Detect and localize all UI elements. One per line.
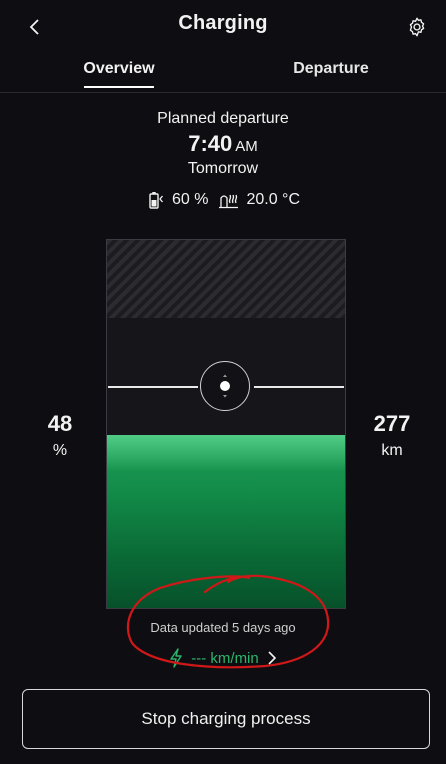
climate-temp-value: 20.0 °C xyxy=(246,191,300,208)
stop-charging-button[interactable]: Stop charging process xyxy=(22,689,430,749)
target-soc-slider-handle[interactable] xyxy=(200,361,250,411)
charging-rate-value: --- km/min xyxy=(191,649,259,667)
departure-time-value: 7:40 xyxy=(188,131,233,156)
range-value: 277 xyxy=(373,411,411,436)
gear-icon xyxy=(409,17,425,37)
departure-time: 7:40 AM xyxy=(0,131,446,157)
charging-rate-link[interactable]: --- km/min xyxy=(0,648,446,668)
target-line-right xyxy=(254,386,344,388)
current-soc-value: 48 xyxy=(47,411,73,436)
target-soc-value: 60 % xyxy=(171,191,209,208)
active-tab-indicator xyxy=(84,86,154,88)
climate-heat-icon xyxy=(219,194,239,209)
range-unit: km xyxy=(381,442,403,459)
lightning-icon xyxy=(170,648,182,668)
departure-label: Planned departure xyxy=(157,110,289,127)
tab-divider xyxy=(0,92,446,93)
charge-stats: 60 % 20.0 °C xyxy=(0,190,446,210)
battery-gauge xyxy=(106,239,346,609)
tab-departure[interactable]: Departure xyxy=(285,60,377,78)
page-title: Charging xyxy=(178,12,268,34)
settings-button[interactable] xyxy=(400,10,434,44)
chevron-right-icon xyxy=(268,651,276,665)
target-soc-stat: 60 % xyxy=(146,190,208,210)
drag-arrows-icon xyxy=(220,374,230,398)
current-soc-unit: % xyxy=(52,442,68,459)
unavailable-charge-zone xyxy=(107,240,345,318)
climate-stat: 20.0 °C xyxy=(218,190,300,210)
tab-overview[interactable]: Overview xyxy=(80,60,158,78)
departure-day: Tomorrow xyxy=(187,160,259,177)
battery-fill xyxy=(107,435,345,608)
target-line-left xyxy=(108,386,198,388)
battery-charging-icon xyxy=(149,192,163,209)
departure-time-ampm: AM xyxy=(235,138,258,155)
data-updated-status: Data updated 5 days ago xyxy=(150,620,296,635)
